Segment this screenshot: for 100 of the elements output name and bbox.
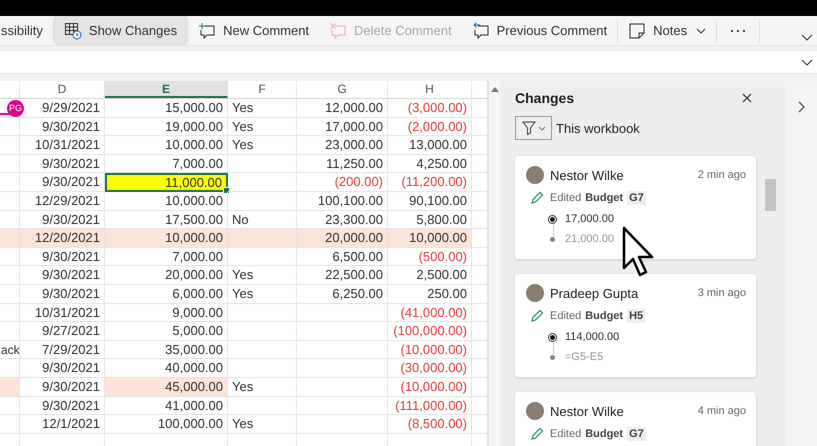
close-icon[interactable] xyxy=(742,93,752,103)
cell-reference: H5 xyxy=(627,309,646,323)
chevron-down-icon[interactable] xyxy=(801,58,813,66)
table-cell: 22,500.00 xyxy=(297,266,388,285)
cell-reference: G7 xyxy=(627,427,646,441)
table-cell: 20,000.00 xyxy=(105,266,228,285)
ribbon-button[interactable]: New Comment xyxy=(188,16,320,45)
radio-icon xyxy=(548,214,557,224)
table-cell: 45,000.00 xyxy=(105,378,228,396)
radio-icon xyxy=(548,332,557,342)
comment-x-icon xyxy=(329,22,348,40)
pencil-icon xyxy=(530,191,544,205)
filter-label: This workbook xyxy=(556,120,640,136)
table-cell: (100,000.00) xyxy=(388,322,472,341)
table-cell: (111,000.00) xyxy=(388,396,472,416)
table-cell: 12/29/2021 xyxy=(20,192,105,211)
table-cell: 23,000.00 xyxy=(297,136,388,155)
table-cell: 15,000.00 xyxy=(105,99,228,118)
action-label: Edited xyxy=(550,428,582,440)
action-label: Edited xyxy=(550,192,582,204)
panel-title: Changes xyxy=(515,90,574,106)
table-cell: 6,250.00 xyxy=(297,284,388,304)
table-cell: 7,000.00 xyxy=(105,248,228,266)
author-name: Nestor Wilke xyxy=(550,404,624,418)
table-cell: Yes xyxy=(228,118,297,136)
ribbon-button[interactable]: Previous Comment xyxy=(462,16,618,45)
old-value: 21,000.00 xyxy=(565,233,614,245)
filter-button[interactable] xyxy=(515,116,552,140)
table-cell: 9/30/2021 xyxy=(20,118,105,136)
table-cell: (3,000.00) xyxy=(388,99,472,118)
ribbon-button[interactable]: Show Changes xyxy=(54,16,188,45)
action-label: Edited xyxy=(550,310,582,322)
table-cell: (2,000.00) xyxy=(388,118,472,136)
dot-icon xyxy=(550,236,555,242)
dot-icon xyxy=(550,354,555,360)
avatar xyxy=(526,166,544,184)
table-cell: 10,000.00 xyxy=(105,136,228,155)
ribbon-button[interactable]: Notes xyxy=(618,16,716,45)
table-cell: (500.00) xyxy=(388,248,472,266)
table-cell: (200.00) xyxy=(297,173,388,192)
table-cell: (30,000.00) xyxy=(388,359,472,378)
table-cell: Yes xyxy=(228,266,297,285)
table-cell: (11,200.00) xyxy=(388,173,472,192)
filter-icon xyxy=(520,120,546,136)
change-card[interactable]: Pradeep Gupta 3 min ago Edited Budget H5 114,000.00 =G5-E5 xyxy=(515,274,756,377)
new-value: 114,000.00 xyxy=(565,331,620,343)
comment-arrow-icon xyxy=(472,22,490,40)
pencil-icon xyxy=(530,309,544,323)
column-header[interactable]: H xyxy=(388,81,472,98)
scrollbar-thumb[interactable] xyxy=(765,179,776,211)
pencil-icon xyxy=(530,427,544,441)
table-cell: 9/30/2021 xyxy=(20,154,105,174)
table-cell: Yes xyxy=(228,99,297,118)
ribbon-label: ssibility xyxy=(1,23,43,38)
table-cell: 20,000.00 xyxy=(297,229,388,248)
column-header[interactable]: G xyxy=(297,81,388,98)
column-header[interactable]: F xyxy=(228,81,297,98)
table-cell: Yes xyxy=(228,284,297,304)
table-cell: 4,250.00 xyxy=(388,154,472,174)
table-cell: 10/31/2021 xyxy=(20,136,105,155)
table-cell: 100,000.00 xyxy=(105,415,228,434)
timestamp: 3 min ago xyxy=(698,287,746,299)
table-cell: 12/20/2021 xyxy=(20,229,105,248)
table-cell: 35,000.00 xyxy=(105,340,228,360)
scrollbar[interactable] xyxy=(488,81,500,446)
change-card[interactable]: Nestor Wilke 2 min ago Edited Budget G7 17,000.00 21,000.00 xyxy=(515,156,756,259)
table-cell: 10,000.00 xyxy=(388,229,472,248)
table-cell: 11,000.00 xyxy=(105,173,228,192)
table-cell: 17,000.00 xyxy=(297,118,388,136)
table-cell: 9/30/2021 xyxy=(20,396,105,416)
change-card[interactable]: Nestor Wilke 4 min ago Edited Budget G7 xyxy=(515,392,756,446)
fill-handle[interactable] xyxy=(223,186,230,194)
table-cell: ack xyxy=(0,340,20,360)
cell-reference: G7 xyxy=(627,191,646,205)
column-header[interactable]: E xyxy=(105,81,228,98)
chevron-down-icon[interactable] xyxy=(801,34,813,41)
table-cell: Yes xyxy=(228,415,297,434)
table-cell: 9/30/2021 xyxy=(20,284,105,304)
more-button[interactable]: ⋯ xyxy=(717,16,760,45)
sheet-name: Budget xyxy=(585,310,624,322)
table-cell: 6,500.00 xyxy=(297,248,388,266)
author-name: Pradeep Gupta xyxy=(550,286,638,300)
sheet-name: Budget xyxy=(585,192,624,204)
table-cell: 12,000.00 xyxy=(297,99,388,118)
old-value: =G5-E5 xyxy=(565,351,604,363)
table-cell: 41,000.00 xyxy=(105,396,228,416)
table-cell: Yes xyxy=(228,136,297,155)
timestamp: 2 min ago xyxy=(698,169,746,181)
table-cell: 10,000.00 xyxy=(105,192,228,211)
table-cell: 250.00 xyxy=(388,284,472,304)
table-cell: 11,250.00 xyxy=(297,154,388,174)
table-cell: 90,100.00 xyxy=(388,192,472,211)
table-cell: 12/1/2021 xyxy=(20,415,105,434)
table-cell: 100,100.00 xyxy=(297,192,388,211)
up-arrow-icon[interactable] xyxy=(490,87,498,92)
mouse-cursor-icon xyxy=(622,226,656,278)
avatar xyxy=(526,284,544,302)
table-cell: 9/30/2021 xyxy=(20,248,105,266)
table-cell: 9/30/2021 xyxy=(20,266,105,285)
chevron-right-icon[interactable] xyxy=(798,101,804,113)
